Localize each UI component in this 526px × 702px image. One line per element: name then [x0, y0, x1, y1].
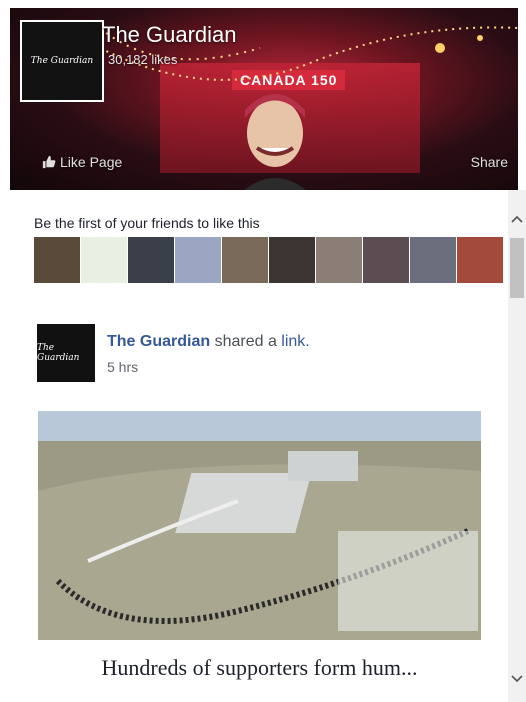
- like-page-label: Like Page: [60, 154, 123, 170]
- friends-like-text: Be the first of your friends to like thi…: [34, 215, 260, 231]
- friend-avatar[interactable]: [175, 237, 221, 283]
- page-cover: CANADA 150 The Guardian The Guardian 30,…: [10, 8, 518, 190]
- like-page-button[interactable]: Like Page: [42, 154, 122, 170]
- friend-avatar[interactable]: [457, 237, 503, 283]
- post-timestamp[interactable]: 5 hrs: [107, 359, 138, 375]
- friend-avatar[interactable]: [222, 237, 268, 283]
- post-header-line: The Guardian shared a link.: [107, 333, 310, 351]
- post-avatar-text: The Guardian: [37, 343, 80, 363]
- friend-avatar[interactable]: [410, 237, 456, 283]
- friends-avatars: [34, 237, 503, 283]
- chevron-up-icon[interactable]: [508, 210, 526, 228]
- cover-person: [244, 94, 306, 190]
- chevron-down-icon[interactable]: [508, 670, 526, 688]
- post-action-text: shared a: [210, 333, 282, 350]
- scroll-thumb[interactable]: [510, 238, 524, 298]
- share-button[interactable]: Share: [471, 154, 508, 170]
- friend-avatar[interactable]: [81, 237, 127, 283]
- thumbs-up-icon: [42, 155, 56, 169]
- post-link[interactable]: link.: [281, 333, 309, 350]
- likes-count: 30,182 likes: [108, 52, 178, 67]
- friend-avatar[interactable]: [128, 237, 174, 283]
- post-link-title[interactable]: Hundreds of supporters form hum...: [38, 655, 481, 681]
- post-author-link[interactable]: The Guardian: [107, 333, 210, 350]
- page-logo[interactable]: The Guardian: [20, 20, 104, 102]
- post-avatar[interactable]: The Guardian: [37, 324, 95, 382]
- page-title[interactable]: The Guardian: [102, 22, 237, 48]
- friend-avatar[interactable]: [363, 237, 409, 283]
- logo-text: The Guardian: [30, 56, 94, 66]
- friend-avatar[interactable]: [316, 237, 362, 283]
- scrollbar[interactable]: [508, 190, 526, 702]
- friend-avatar[interactable]: [34, 237, 80, 283]
- friend-avatar[interactable]: [269, 237, 315, 283]
- post-image[interactable]: [38, 411, 481, 640]
